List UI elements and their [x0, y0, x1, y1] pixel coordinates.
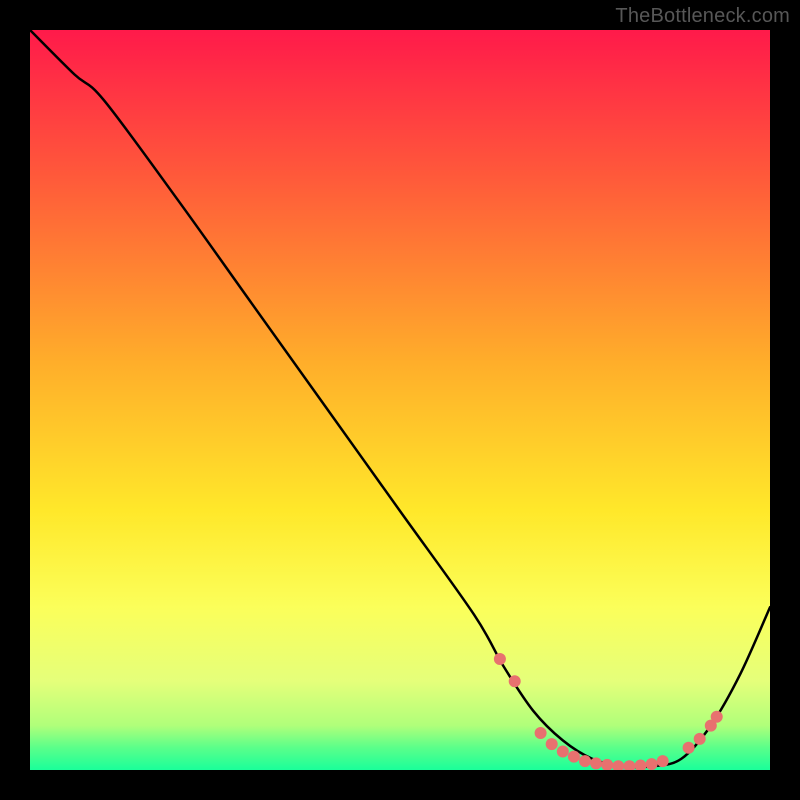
gradient-background [30, 30, 770, 770]
data-dot [657, 755, 669, 767]
data-dot [579, 755, 591, 767]
plot-area [30, 30, 770, 770]
data-dot [546, 738, 558, 750]
data-dot [494, 653, 506, 665]
data-dot [694, 733, 706, 745]
chart-svg [30, 30, 770, 770]
data-dot [590, 757, 602, 769]
data-dot [646, 758, 658, 770]
watermark-text: TheBottleneck.com [615, 5, 790, 28]
data-dot [711, 711, 723, 723]
data-dot [557, 746, 569, 758]
chart-container: TheBottleneck.com [0, 0, 800, 800]
data-dot [683, 742, 695, 754]
data-dot [568, 751, 580, 763]
data-dot [535, 727, 547, 739]
data-dot [509, 675, 521, 687]
